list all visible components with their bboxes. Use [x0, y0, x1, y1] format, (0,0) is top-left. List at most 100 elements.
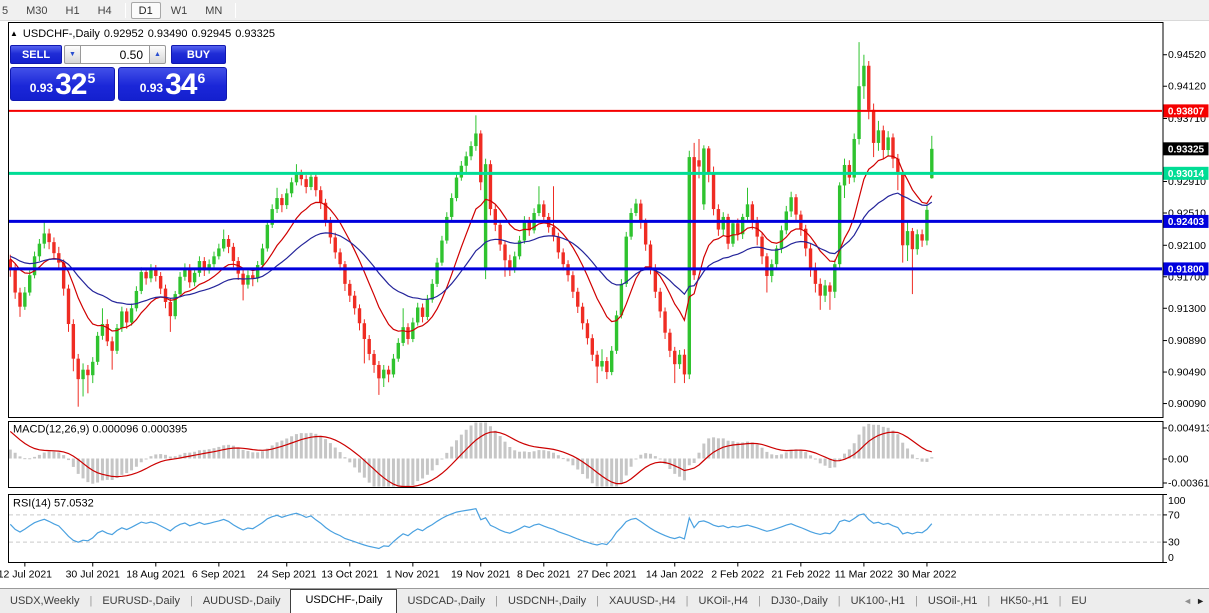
candle-body	[634, 203, 638, 213]
candle-body	[95, 335, 100, 362]
chart-tab-usdcnh-daily[interactable]: USDCNH-,Daily	[498, 591, 596, 612]
candle-body	[129, 308, 134, 323]
timeframe-button-w1[interactable]: W1	[163, 2, 196, 19]
macd-histogram-bar	[872, 424, 876, 459]
chart-tab-usdcad-daily[interactable]: USDCAD-,Daily	[397, 591, 495, 612]
candle-body	[231, 246, 236, 262]
volume-decrease-button[interactable]: ▼	[64, 45, 81, 64]
timeframe-button-h1[interactable]: H1	[58, 2, 88, 19]
candle-body	[158, 275, 163, 289]
macd-histogram-bar	[561, 458, 565, 460]
buy-button[interactable]: BUY	[171, 45, 226, 64]
candle-body	[212, 256, 216, 265]
bar-open-value: 0.92952	[103, 28, 144, 40]
chart-tab-eu[interactable]: EU	[1061, 591, 1096, 612]
macd-histogram-bar	[649, 453, 652, 459]
candle-body	[192, 272, 197, 283]
volume-input[interactable]: 0.50	[81, 45, 149, 64]
chart-tab-bar: USDX,Weekly | EURUSD-,Daily | AUDUSD-,Daily U…	[0, 588, 1209, 613]
macd-histogram-bar	[222, 445, 226, 459]
chart-tab-xauusd-h4[interactable]: XAUUSD-,H4	[599, 591, 686, 612]
candle-body	[309, 176, 313, 188]
macd-histogram-bar	[876, 424, 880, 459]
chart-tab-usdchf-daily[interactable]: USDCHF-,Daily	[290, 589, 398, 613]
date-axis-label: 2 Feb 2022	[711, 569, 764, 581]
macd-histogram-bar	[809, 455, 813, 459]
price-chart-svg[interactable]: 0.945200.941200.937100.929100.925100.921…	[0, 22, 1209, 588]
macd-histogram-bar	[67, 458, 70, 461]
candle-body	[37, 243, 42, 257]
macd-histogram-bar	[164, 454, 167, 459]
macd-histogram-bar	[241, 449, 245, 459]
timeframe-button-d1[interactable]: D1	[130, 1, 161, 19]
timeframe-button-5[interactable]: 5	[0, 2, 16, 19]
macd-histogram-bar	[585, 458, 589, 479]
sell-price-big: 32	[55, 68, 87, 101]
chart-tab-usdx-weekly[interactable]: USDX,Weekly	[0, 591, 89, 612]
candle-body	[285, 193, 289, 206]
candle-body	[260, 248, 265, 265]
chart-tab-dj30-daily[interactable]: DJ30-,Daily	[761, 591, 838, 612]
candle-body	[503, 244, 507, 261]
candle-body	[881, 130, 885, 151]
candle-body	[779, 230, 784, 249]
candle-body	[396, 342, 400, 359]
tab-scroll-right-icon[interactable]: ►	[1196, 596, 1205, 606]
candle-body	[13, 268, 17, 293]
macd-histogram-bar	[687, 458, 691, 466]
candle-body	[823, 285, 827, 296]
candle-body	[624, 236, 628, 284]
candle-body	[464, 156, 468, 166]
macd-histogram-bar	[624, 458, 628, 476]
macd-histogram-bar	[925, 458, 929, 462]
one-click-panel-toggle-icon[interactable]: ▲	[10, 29, 18, 38]
candle-body	[857, 86, 861, 139]
candle-body	[925, 209, 929, 241]
macd-histogram-bar	[280, 440, 284, 459]
macd-histogram-bar	[435, 458, 439, 466]
macd-histogram-bar	[338, 452, 342, 459]
candle-body	[406, 327, 410, 339]
candle-body	[707, 148, 711, 173]
candle-body	[794, 197, 798, 215]
candle-body	[629, 213, 633, 237]
candle-body	[352, 295, 357, 309]
volume-increase-button[interactable]: ▲	[149, 45, 166, 64]
macd-histogram-bar	[930, 457, 934, 459]
chart-window[interactable]: 0.94520 0.94120 0.93710 0.92910 0.92510 0.921…	[0, 22, 1209, 588]
candle-body	[425, 299, 430, 317]
chart-symbol-label: USDCHF-,Daily	[22, 28, 100, 40]
macd-histogram-bar	[42, 452, 46, 459]
date-axis-label: 19 Nov 2021	[451, 569, 511, 581]
buy-price-prefix: 0.93	[139, 81, 164, 95]
candle-body	[920, 234, 924, 241]
candle-body	[91, 361, 95, 376]
macd-histogram-bar	[81, 458, 85, 479]
buy-price-display[interactable]: 0.93 34 6	[118, 67, 227, 101]
timeframe-button-m30[interactable]: M30	[18, 2, 55, 19]
candle-body	[537, 204, 541, 213]
candle-body	[891, 137, 895, 159]
macd-histogram-bar	[134, 458, 138, 467]
date-axis-label: 1 Nov 2021	[386, 569, 440, 581]
timeframe-button-h4[interactable]: H4	[90, 2, 120, 19]
macd-histogram-bar	[770, 454, 774, 459]
chart-tab-usoil-h1[interactable]: USOil-,H1	[918, 591, 988, 612]
sell-button[interactable]: SELL	[10, 45, 62, 64]
candle-body	[901, 174, 905, 246]
timeframe-button-mn[interactable]: MN	[197, 2, 230, 19]
buy-price-big: 34	[165, 68, 197, 101]
tab-scroll-left-icon[interactable]: ◄	[1183, 596, 1192, 606]
sell-price-display[interactable]: 0.93 32 5	[10, 67, 115, 101]
candle-body	[275, 198, 279, 210]
candle-body	[605, 361, 609, 373]
candle-body	[372, 353, 376, 365]
chart-tab-uk100-h1[interactable]: UK100-,H1	[841, 591, 915, 612]
chart-tab-audusd-daily[interactable]: AUDUSD-,Daily	[193, 591, 291, 612]
candle-body	[289, 182, 294, 194]
chart-tab-hk50-h1[interactable]: HK50-,H1	[990, 591, 1058, 612]
candle-body	[639, 203, 643, 223]
macd-histogram-bar	[168, 456, 172, 459]
chart-tab-eurusd-daily[interactable]: EURUSD-,Daily	[92, 591, 190, 612]
chart-tab-ukoil-h4[interactable]: UKOil-,H4	[689, 591, 759, 612]
